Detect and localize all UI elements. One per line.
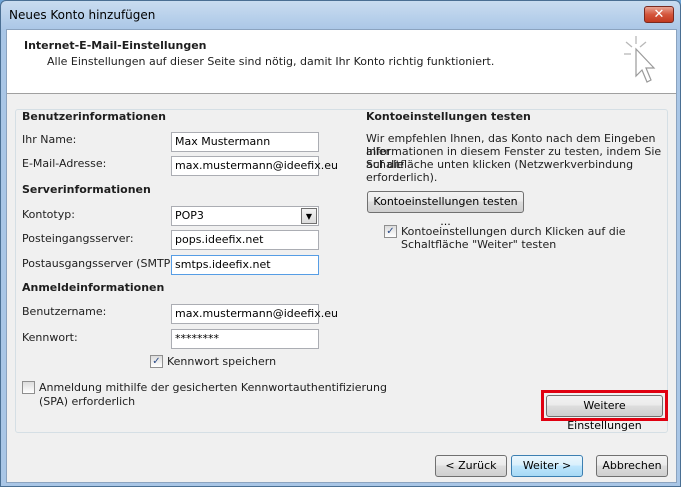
window-title: Neues Konto hinzufügen: [9, 8, 156, 22]
email-label: E-Mail-Adresse:: [22, 157, 107, 170]
spa-label-line2: (SPA) erforderlich: [39, 395, 136, 408]
username-field[interactable]: max.mustermann@ideefix.eu: [171, 304, 338, 324]
settings-panel: Benutzerinformationen Ihr Name: Max Must…: [15, 109, 668, 433]
spa-label-line1: Anmeldung mithilfe der gesicherten Kennw…: [39, 381, 387, 394]
outgoing-server-label: Postausgangsserver (SMTP):: [22, 257, 179, 270]
cursor-sparkle-icon: [624, 36, 656, 83]
password-field[interactable]: ********: [171, 329, 319, 349]
incoming-server-field[interactable]: pops.ideefix.net: [171, 230, 319, 250]
title-bar[interactable]: Neues Konto hinzufügen ✕: [1, 1, 680, 29]
cancel-button[interactable]: Abbrechen: [596, 455, 668, 477]
page-title: Internet-E-Mail-Einstellungen: [24, 39, 207, 52]
page-subtitle: Alle Einstellungen auf dieser Seite sind…: [47, 55, 495, 68]
account-type-label: Kontotyp:: [22, 208, 75, 221]
wizard-header: Internet-E-Mail-Einstellungen Alle Einst…: [7, 30, 676, 94]
auto-test-label-line1: Kontoeinstellungen durch Klicken auf die: [401, 225, 626, 238]
password-label: Kennwort:: [22, 331, 78, 344]
more-settings-button[interactable]: Weitere Einstellungen: [546, 395, 663, 432]
server-info-heading: Serverinformationen: [22, 183, 151, 196]
close-button[interactable]: ✕: [644, 6, 674, 23]
remember-password-label: Kennwort speichern: [167, 355, 277, 368]
username-label: Benutzername:: [22, 305, 107, 318]
outgoing-server-field[interactable]: smtps.ideefix.net: [171, 255, 319, 275]
spa-checkbox[interactable]: [22, 381, 35, 394]
incoming-server-label: Posteingangsserver:: [22, 232, 134, 245]
back-button[interactable]: < Zurück: [435, 455, 507, 477]
email-field[interactable]: max.mustermann@ideefix.eu: [171, 156, 338, 176]
next-button[interactable]: Weiter >: [511, 455, 583, 477]
auto-test-checkbox[interactable]: ✓: [384, 225, 397, 238]
dialog-body: Internet-E-Mail-Einstellungen Alle Einst…: [6, 29, 677, 483]
auto-test-label-line2: Schaltfläche "Weiter" testen: [401, 238, 557, 251]
test-desc-line3: Schaltfläche unten klicken (Netzwerkverb…: [366, 158, 634, 184]
test-settings-button[interactable]: Kontoeinstellungen testen ...: [367, 191, 524, 228]
remember-password-checkbox[interactable]: ✓: [150, 355, 163, 368]
chevron-down-icon[interactable]: ▼: [301, 208, 317, 224]
test-settings-heading: Kontoeinstellungen testen: [366, 110, 531, 123]
name-field[interactable]: Max Mustermann: [171, 132, 319, 152]
login-info-heading: Anmeldeinformationen: [22, 281, 165, 294]
user-info-heading: Benutzerinformationen: [22, 110, 167, 123]
account-type-select[interactable]: POP3 ▼: [171, 206, 319, 226]
dialog-window: Neues Konto hinzufügen ✕ Internet-E-Mail…: [0, 0, 681, 487]
close-icon: ✕: [653, 7, 665, 22]
account-type-value: POP3: [175, 209, 204, 222]
name-label: Ihr Name:: [22, 133, 77, 146]
